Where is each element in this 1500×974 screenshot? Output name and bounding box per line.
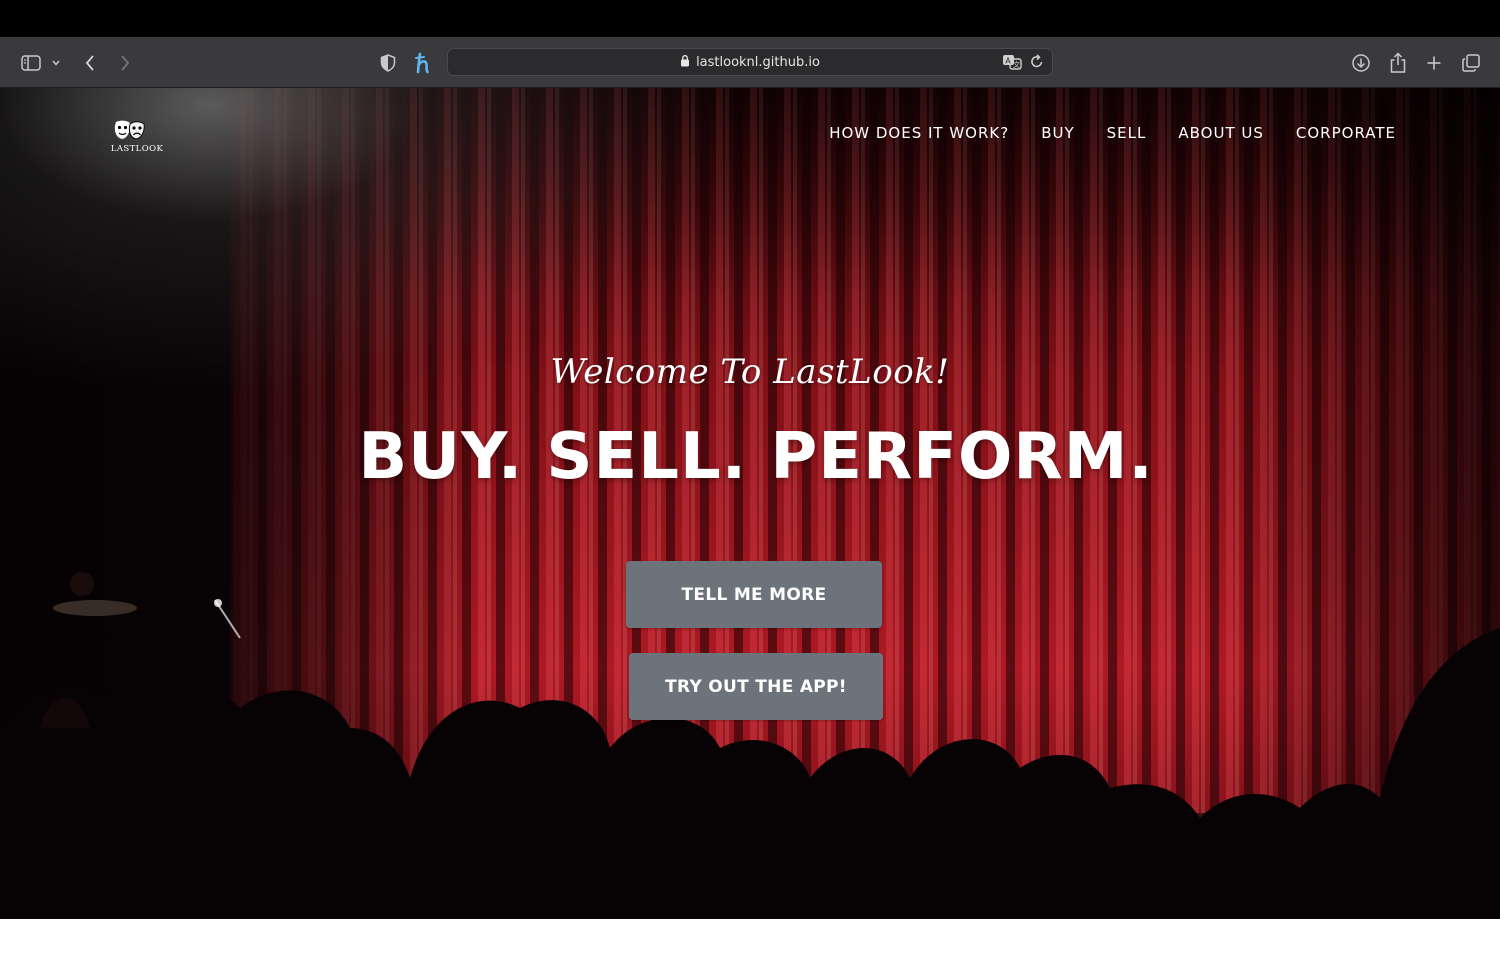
new-tab-icon[interactable] [1423,37,1445,88]
hero-subheading: Welcome To LastLook! [550,352,950,392]
share-icon[interactable] [1387,37,1409,88]
browser-toolbar: lastlooknl.github.io A文 [0,37,1500,88]
svg-text:A: A [1005,57,1011,66]
lock-icon [680,54,690,71]
hero-heading: BUY. SELL. PERFORM. [358,420,1154,494]
download-icon[interactable] [1350,37,1372,88]
shield-icon[interactable] [378,37,398,88]
forward-arrow-icon[interactable] [115,37,135,88]
window-top-bar [0,0,1500,37]
sidebar-icon[interactable] [18,37,44,88]
nav-sell[interactable]: SELL [1107,124,1147,142]
url-text: lastlooknl.github.io [696,54,820,70]
lastlook-logo[interactable]: LASTLOOK [104,118,170,158]
address-bar[interactable]: lastlooknl.github.io A文 [447,48,1053,76]
svg-text:文: 文 [1013,60,1020,69]
nav-how-does-it-work[interactable]: HOW DOES IT WORK? [829,124,1009,142]
stage-curtain-background [0,88,1500,919]
chevron-down-icon[interactable] [49,37,63,88]
translate-icon[interactable]: A文 [1002,53,1022,76]
nav-corporate[interactable]: CORPORATE [1296,124,1396,142]
hero-section: LASTLOOK HOW DOES IT WORK? BUY SELL ABOU… [0,88,1500,919]
back-arrow-icon[interactable] [80,37,100,88]
logo-wordmark: LASTLOOK [111,144,164,154]
extension-h-icon[interactable] [412,37,436,88]
nav-about-us[interactable]: ABOUT US [1178,124,1264,142]
tell-me-more-button[interactable]: TELL ME MORE [626,561,882,628]
reload-icon[interactable] [1030,53,1044,74]
tabs-overview-icon[interactable] [1460,37,1482,88]
try-out-app-button[interactable]: TRY OUT THE APP! [629,653,883,720]
main-navigation: HOW DOES IT WORK? BUY SELL ABOUT US CORP… [829,124,1396,142]
nav-buy[interactable]: BUY [1041,124,1074,142]
